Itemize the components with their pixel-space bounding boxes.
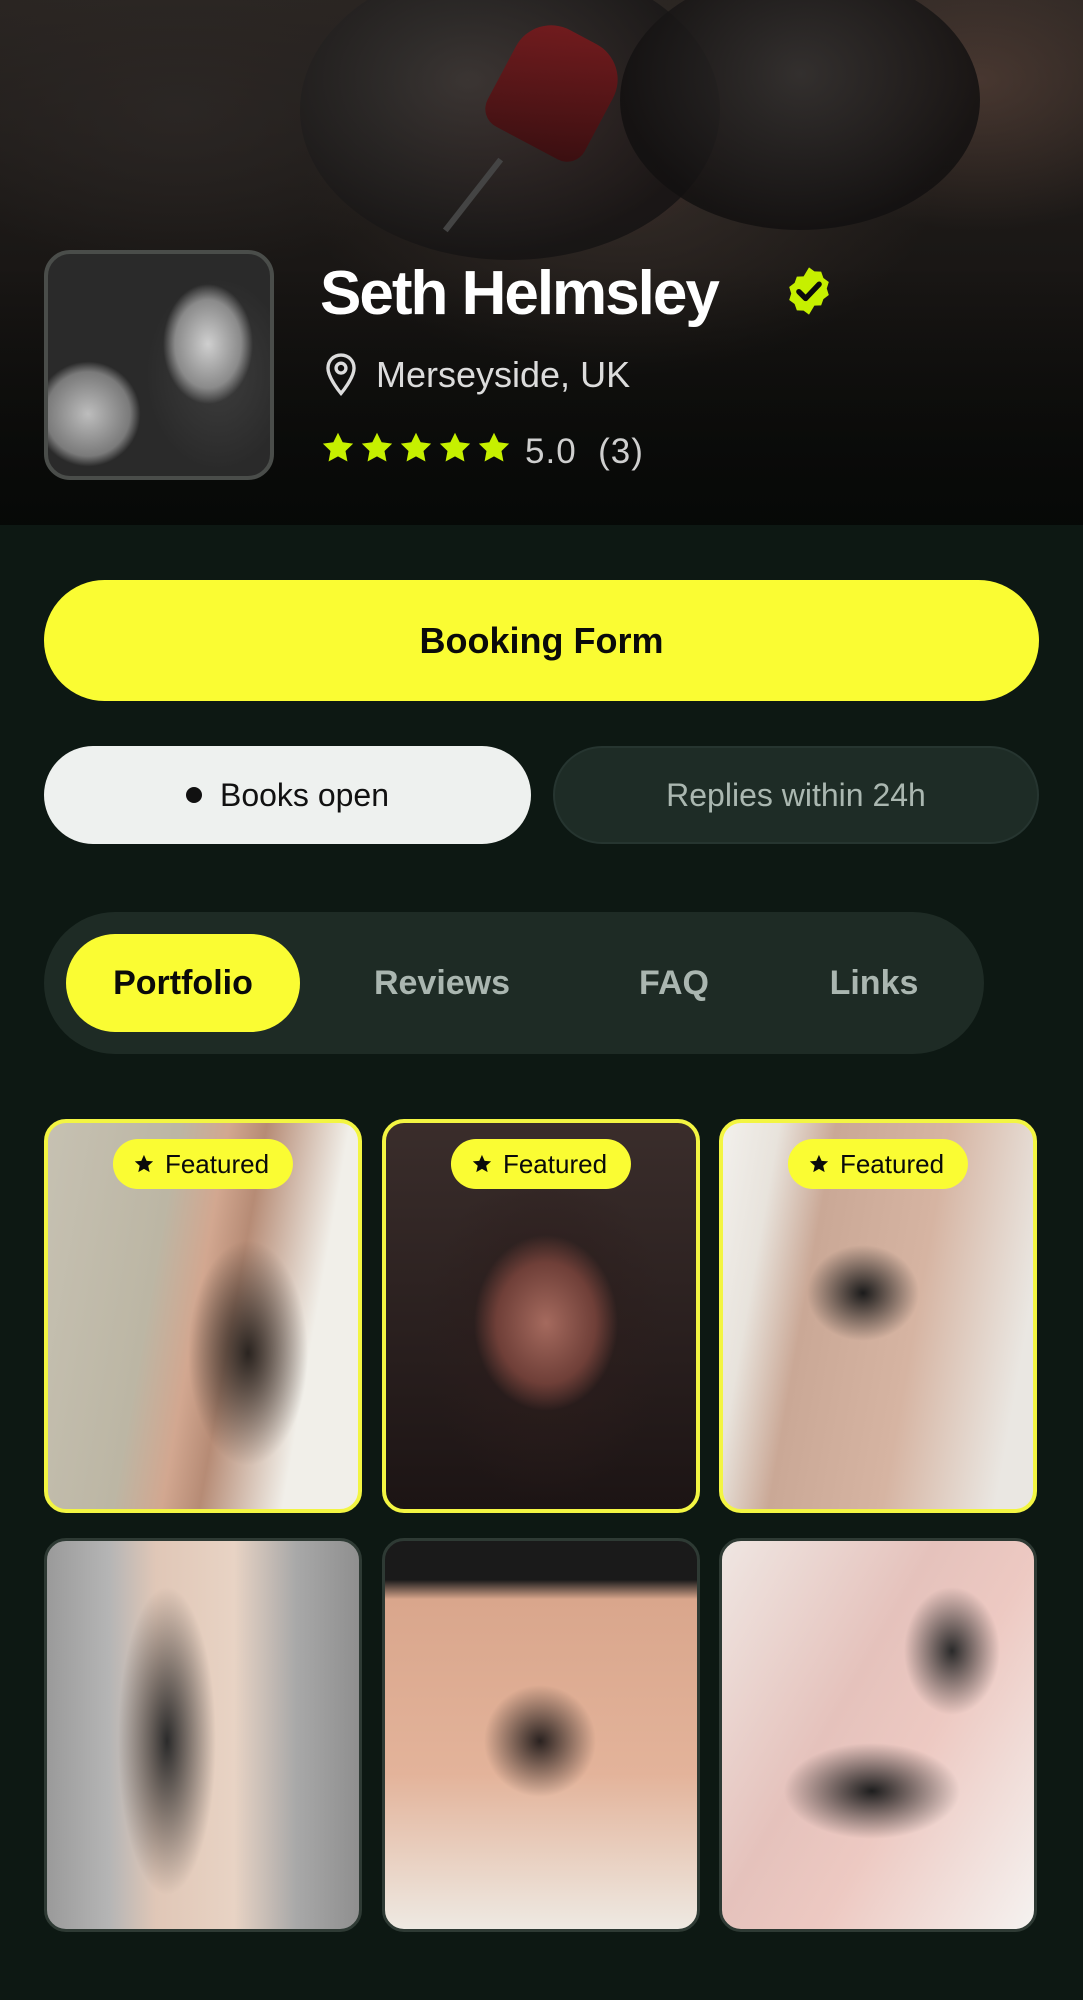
star-icon	[439, 432, 471, 462]
portfolio-item[interactable]: Featured	[382, 1119, 700, 1513]
booking-form-button[interactable]: Booking Form	[44, 580, 1039, 701]
star-icon	[472, 1154, 492, 1173]
tab-portfolio[interactable]: Portfolio	[66, 934, 300, 1032]
reply-time-badge: Replies within 24h	[553, 746, 1039, 844]
star-icon	[322, 432, 354, 462]
artist-name: Seth Helmsley	[320, 259, 720, 328]
portfolio-item[interactable]	[382, 1538, 700, 1932]
star-icon	[134, 1154, 154, 1173]
location: Merseyside, UK	[376, 354, 631, 395]
status-dot-icon	[185, 787, 202, 803]
rating-value: 5.0	[525, 432, 577, 471]
tab-reviews[interactable]: Reviews	[344, 934, 540, 1032]
rating-stars	[320, 430, 512, 466]
portfolio-item[interactable]: Featured	[44, 1119, 362, 1513]
featured-badge: Featured	[787, 1139, 969, 1189]
featured-label: Featured	[839, 1148, 945, 1179]
star-icon	[361, 432, 393, 462]
portfolio-item[interactable]	[44, 1538, 362, 1932]
star-icon	[478, 432, 510, 462]
featured-badge: Featured	[450, 1139, 632, 1189]
tab-links[interactable]: Links	[804, 934, 944, 1032]
map-pin-icon	[326, 353, 356, 397]
featured-label: Featured	[502, 1148, 608, 1179]
portfolio-item[interactable]	[719, 1538, 1037, 1932]
avatar[interactable]	[44, 250, 274, 480]
portfolio-item[interactable]: Featured	[719, 1119, 1037, 1513]
featured-badge: Featured	[112, 1139, 294, 1189]
tab-faq[interactable]: FAQ	[604, 934, 744, 1032]
verified-badge-icon	[789, 267, 829, 315]
star-icon	[809, 1154, 829, 1173]
books-open-status: Books open	[44, 746, 531, 844]
rating-summary: 5.0 (3)	[525, 432, 644, 472]
star-icon	[400, 432, 432, 462]
profile-tabs: Portfolio Reviews FAQ Links	[44, 912, 984, 1054]
books-open-label: Books open	[219, 776, 389, 813]
featured-label: Featured	[164, 1148, 270, 1179]
rating-count: (3)	[598, 432, 644, 471]
